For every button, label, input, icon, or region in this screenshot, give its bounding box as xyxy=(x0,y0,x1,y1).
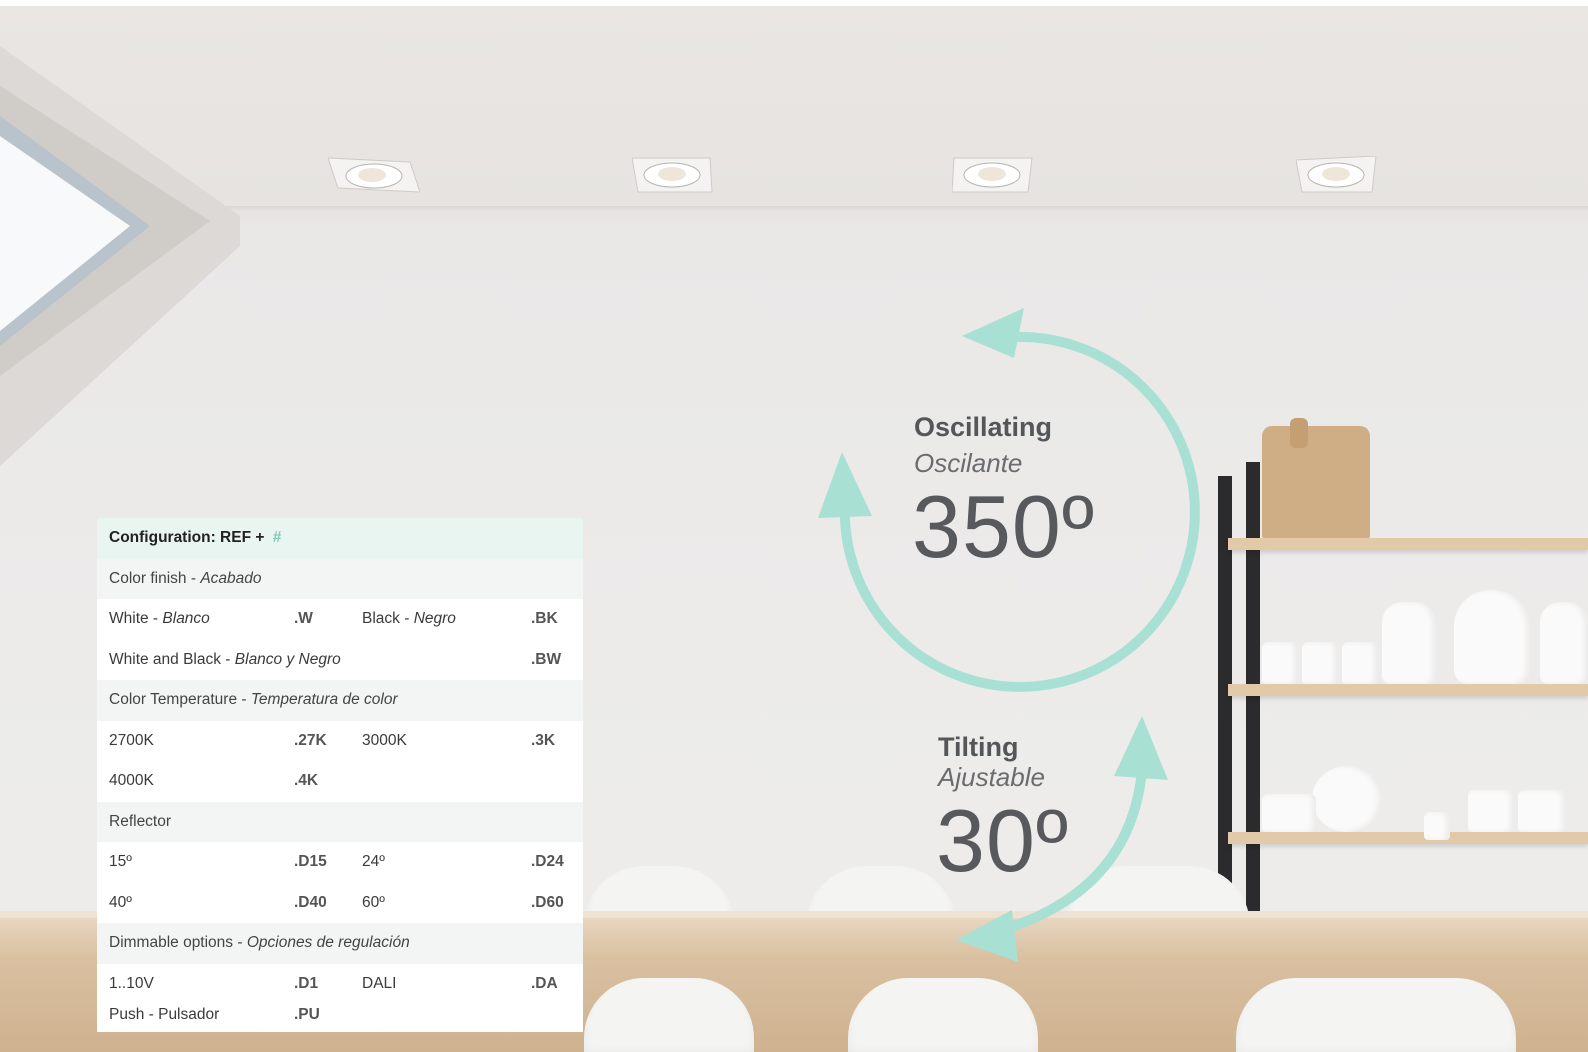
tilting-title: Tilting xyxy=(938,732,1019,762)
table-row: 4000K .4K xyxy=(97,761,583,802)
option-code: .DA xyxy=(531,974,558,992)
option-name: 4000K xyxy=(109,772,154,790)
configuration-label: Configuration: REF + xyxy=(109,529,269,547)
configuration-hash: # xyxy=(272,529,282,547)
table-row: White and Black - Blanco y Negro .BW xyxy=(97,639,583,680)
option-code: .PU xyxy=(294,1006,320,1023)
section-reflector: Reflector xyxy=(97,801,583,842)
table-row: 40º .D40 60º .D60 xyxy=(97,882,583,923)
section-title: Color Temperature - xyxy=(109,691,251,709)
section-title-es: Opciones de regulación xyxy=(246,934,410,952)
option-name: White and Black - Blanco y Negro xyxy=(109,650,341,668)
option-name: White - Blanco xyxy=(109,610,210,628)
option-code: .4K xyxy=(294,772,319,790)
oscillating-subtitle: Oscilante xyxy=(914,448,1023,478)
configuration-header: Configuration: REF + # xyxy=(97,518,583,559)
option-code: .BW xyxy=(531,650,562,668)
option-name: Push - Pulsador xyxy=(109,1006,220,1023)
section-color-temperature: Color Temperature - Temperatura de color xyxy=(97,680,583,721)
option-name: 24º xyxy=(362,853,385,871)
option-name: Black - Negro xyxy=(362,610,456,628)
section-dimmable-options: Dimmable options - Opciones de regulació… xyxy=(97,923,583,964)
option-name: 1..10V xyxy=(109,974,154,992)
section-title-es: Acabado xyxy=(200,569,262,587)
oscillating-arrowhead-left xyxy=(818,452,872,518)
section-title: Color finish - xyxy=(109,569,201,587)
option-code: .27K xyxy=(294,731,327,749)
table-row: White - Blanco .W Black - Negro .BK xyxy=(97,599,583,640)
section-color-finish: Color finish - Acabado xyxy=(97,558,583,599)
table-row: 15º .D15 24º .D24 xyxy=(97,842,583,883)
oscillating-arrowhead-top xyxy=(962,308,1024,358)
tilting-subtitle: Ajustable xyxy=(938,762,1045,792)
option-code: .3K xyxy=(531,731,556,749)
option-name: 3000K xyxy=(362,731,407,749)
configuration-table: Configuration: REF + # Color finish - Ac… xyxy=(97,518,583,1032)
option-code: .D24 xyxy=(531,853,564,871)
oscillating-title: Oscillating xyxy=(914,412,1053,442)
option-code: .D60 xyxy=(531,893,564,911)
table-row: Push - Pulsador .PU xyxy=(97,1004,583,1032)
section-title: Reflector xyxy=(109,812,172,830)
option-name: 15º xyxy=(109,853,132,871)
option-code: .W xyxy=(294,610,313,628)
table-row: 1..10V .D1 DALI .DA xyxy=(97,963,583,1004)
option-code: .D40 xyxy=(294,893,327,911)
option-name: 60º xyxy=(362,893,385,911)
table-row: 2700K .27K 3000K .3K xyxy=(97,720,583,761)
option-code: .D15 xyxy=(294,853,327,871)
tilting-arrowhead-bottom xyxy=(956,910,1018,962)
oscillating-value: 350º xyxy=(912,477,1095,576)
option-name: 2700K xyxy=(109,731,154,749)
tilting-arrowhead-top xyxy=(1114,716,1168,780)
tilting-value: 30º xyxy=(936,791,1070,890)
option-code: .BK xyxy=(531,610,558,628)
section-title: Dimmable options - xyxy=(109,934,247,952)
option-name: 40º xyxy=(109,893,132,911)
option-name: DALI xyxy=(362,974,397,992)
section-title-es: Temperatura de color xyxy=(250,691,398,709)
option-code: .D1 xyxy=(294,974,319,992)
